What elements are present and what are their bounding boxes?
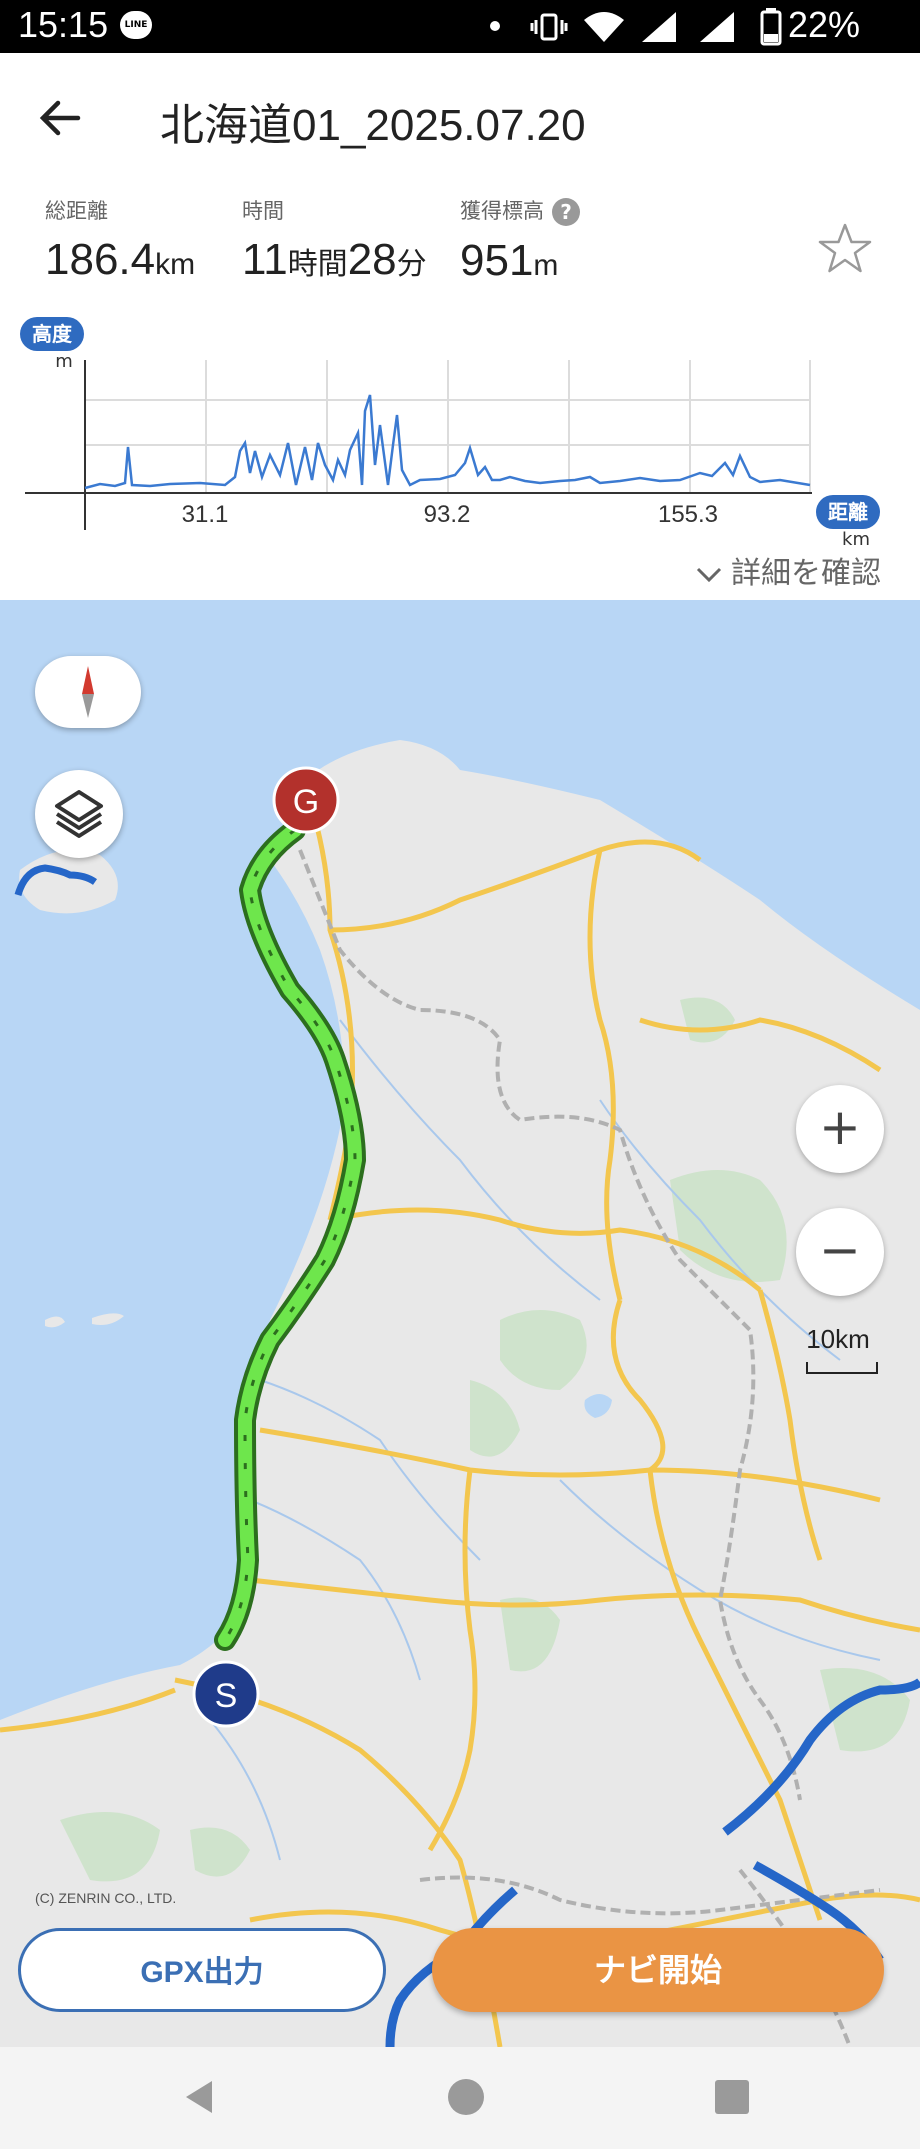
battery-percent: 22%	[788, 4, 861, 45]
start-navigation-button[interactable]: ナビ開始	[432, 1928, 884, 2012]
details-link[interactable]: 詳細を確認	[695, 548, 881, 592]
elevation-stat: 獲得標高? 951m	[460, 195, 580, 286]
chevron-down-icon	[696, 568, 722, 583]
cell-signal-icon-2	[700, 12, 734, 42]
compass-icon	[82, 666, 94, 718]
elevation-profile-chart: 高度 m 31.1 93.2 155.3 距離 km	[20, 317, 880, 545]
time-label: 時間	[242, 199, 284, 223]
line-notification-icon: LINE	[120, 11, 152, 39]
distance-label: 総距離	[45, 199, 108, 223]
elevation-label: 獲得標高	[460, 199, 544, 223]
distance-unit-label: km	[842, 529, 870, 545]
goal-marker[interactable]: G	[272, 766, 340, 834]
status-bar: 15:15 LINE 22%	[0, 0, 920, 53]
layers-icon	[55, 790, 103, 838]
arrow-left-icon[interactable]	[30, 88, 90, 148]
time-minutes: 28	[347, 235, 397, 284]
elevation-value: 951	[460, 236, 534, 285]
time-hours: 11	[242, 235, 288, 284]
map-scale-bar	[806, 1362, 878, 1374]
distance-unit: km	[155, 248, 196, 281]
time-minutes-unit: 分	[396, 248, 427, 281]
distance-badge-label: 距離	[828, 500, 868, 524]
start-marker[interactable]: S	[192, 1660, 260, 1728]
altitude-badge-label: 高度	[32, 322, 73, 346]
goal-marker-label: G	[293, 783, 319, 821]
layers-button[interactable]	[35, 770, 123, 858]
home-circle-icon[interactable]	[446, 2077, 486, 2117]
recents-square-icon[interactable]	[712, 2077, 752, 2117]
route-map[interactable]: G S + − 10km (C) ZENRIN CO., LTD.	[0, 600, 920, 2047]
wifi-icon	[584, 12, 624, 42]
status-time: 15:15	[18, 4, 109, 45]
vibrate-icon	[530, 13, 568, 41]
star-outline-icon[interactable]	[815, 220, 875, 280]
notification-dot-icon	[490, 21, 500, 31]
distance-value: 186.4	[45, 235, 156, 284]
back-triangle-icon[interactable]	[180, 2077, 220, 2117]
island	[19, 850, 118, 914]
distance-stat: 総距離 186.4km	[45, 195, 195, 285]
start-marker-label: S	[215, 1677, 238, 1715]
time-stat: 時間 11時間28分	[242, 195, 427, 285]
map-canvas[interactable]: G S	[0, 600, 920, 2047]
islet-2	[92, 1313, 124, 1325]
x-tick-label-3: 155.3	[658, 501, 718, 528]
map-scale-label: 10km	[806, 1324, 870, 1354]
time-hours-unit: 時間	[287, 248, 348, 281]
compass-button[interactable]	[35, 656, 141, 728]
x-tick-label-1: 31.1	[182, 501, 229, 528]
details-link-label: 詳細を確認	[731, 557, 881, 590]
zoom-in-button[interactable]: +	[796, 1085, 884, 1173]
altitude-unit: m	[55, 351, 73, 372]
elevation-unit: m	[533, 249, 559, 282]
help-icon[interactable]: ?	[552, 198, 580, 226]
cell-signal-icon	[642, 12, 676, 42]
battery-icon	[760, 8, 782, 46]
zoom-out-button[interactable]: −	[796, 1208, 884, 1296]
system-nav-bar	[0, 2047, 920, 2149]
map-copyright: (C) ZENRIN CO., LTD.	[35, 1890, 177, 1906]
gpx-export-button[interactable]: GPX出力	[18, 1928, 386, 2012]
x-tick-label-2: 93.2	[424, 501, 471, 528]
islet	[45, 1316, 65, 1328]
app-bar: 北海道01_2025.07.20	[0, 53, 920, 173]
route-stats: 総距離 186.4km 時間 11時間28分 獲得標高? 951m	[0, 195, 920, 305]
page-title: 北海道01_2025.07.20	[160, 101, 586, 150]
